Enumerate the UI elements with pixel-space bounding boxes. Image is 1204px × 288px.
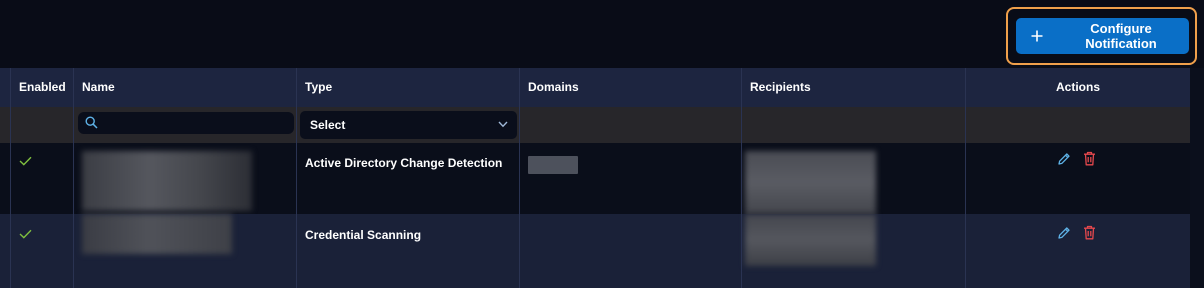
- trash-icon[interactable]: [1083, 225, 1096, 240]
- name-search-field[interactable]: [78, 112, 294, 134]
- redacted-recipients: [745, 151, 876, 214]
- top-toolbar: Configure Notification: [0, 0, 1204, 68]
- column-header-type[interactable]: Type: [305, 80, 332, 94]
- plus-icon: [1031, 30, 1043, 42]
- search-icon: [85, 116, 98, 129]
- type-select-value: Select: [310, 118, 346, 132]
- table-filter-row: Select: [0, 107, 1190, 143]
- table-row[interactable]: Active Directory Change Detection: [0, 143, 1190, 214]
- column-divider: [965, 68, 966, 288]
- column-header-enabled[interactable]: Enabled: [19, 80, 66, 94]
- column-divider: [519, 68, 520, 288]
- column-divider: [73, 68, 74, 288]
- redacted-name: [82, 214, 232, 254]
- column-header-domains[interactable]: Domains: [528, 80, 579, 94]
- column-header-name[interactable]: Name: [82, 80, 115, 94]
- redacted-name: [82, 151, 252, 211]
- table-header-row: Enabled Name Type Domains Recipients Act…: [0, 68, 1190, 107]
- configure-notification-button[interactable]: Configure Notification: [1016, 18, 1189, 54]
- type-filter-select[interactable]: Select: [300, 111, 517, 139]
- check-icon: [19, 229, 32, 239]
- configure-button-focus-ring: Configure Notification: [1006, 7, 1197, 65]
- redacted-domain: [528, 156, 578, 174]
- type-cell: Credential Scanning: [305, 228, 422, 242]
- trash-icon[interactable]: [1083, 151, 1096, 166]
- column-divider: [10, 68, 11, 288]
- column-divider: [296, 68, 297, 288]
- column-header-recipients[interactable]: Recipients: [750, 80, 811, 94]
- pencil-icon[interactable]: [1057, 226, 1071, 240]
- chevron-down-icon: [498, 121, 508, 128]
- column-header-actions: Actions: [1056, 80, 1101, 94]
- configure-notification-label: Configure Notification: [1085, 21, 1157, 51]
- type-cell: Active Directory Change Detection: [305, 156, 503, 170]
- name-search-input[interactable]: [104, 114, 289, 132]
- table-row[interactable]: Credential Scanning: [0, 214, 1190, 288]
- column-divider: [741, 68, 742, 288]
- notifications-page: Configure Notification Enabled Name Type…: [0, 0, 1204, 288]
- check-icon: [19, 156, 32, 166]
- pencil-icon[interactable]: [1057, 152, 1071, 166]
- vertical-scrollbar[interactable]: [1190, 68, 1204, 288]
- notifications-table: Enabled Name Type Domains Recipients Act…: [0, 68, 1204, 288]
- redacted-recipients: [745, 214, 876, 266]
